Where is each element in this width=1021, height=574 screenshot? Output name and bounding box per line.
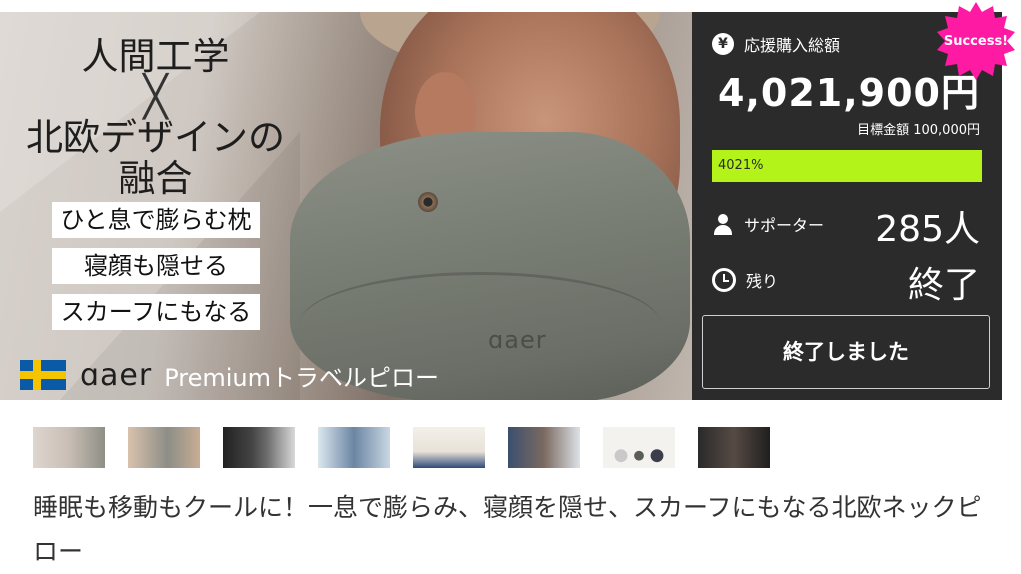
success-badge: Success!	[935, 0, 1017, 82]
success-badge-label: Success!	[943, 33, 1009, 49]
yen-icon: ¥	[712, 33, 734, 55]
thumbnail-4[interactable]	[318, 427, 390, 468]
progress-percent: 4021%	[718, 158, 764, 173]
clock-icon	[712, 268, 736, 292]
thumbnail-7[interactable]	[603, 427, 675, 468]
hero-heading-line: 北欧デザインの	[26, 116, 285, 159]
hero-heading-line: 融合	[118, 157, 193, 200]
pillow-logo: ɑaer	[488, 326, 547, 354]
pillow-valve	[418, 192, 438, 212]
feature-tag: ひと息で膨らむ枕	[52, 202, 260, 238]
feature-tag: スカーフにもなる	[52, 294, 260, 330]
progress-bar: 4021%	[712, 150, 982, 182]
amount-label: 応援購入総額	[744, 36, 841, 55]
thumbnail-1[interactable]	[33, 427, 105, 468]
thumbnail-6[interactable]	[508, 427, 580, 468]
thumbnail-2[interactable]	[128, 427, 200, 468]
hero-heading: 人間工学 ╳ 北欧デザインの 融合	[18, 36, 293, 199]
hero-image: ɑaer 人間工学 ╳ 北欧デザインの 融合 ひと息で膨らむ枕 寝顔も隠せる ス…	[0, 12, 692, 400]
project-ended-button[interactable]: 終了しました	[702, 315, 990, 389]
goal-amount: 目標金額 100,000円	[857, 123, 980, 138]
thumbnail-3[interactable]	[223, 427, 295, 468]
amount-label-row: ¥ 応援購入総額	[712, 32, 840, 56]
remaining-label: 残り	[746, 272, 779, 291]
user-icon	[712, 213, 734, 235]
brand-row: ɑaer Premiumトラベルピロー	[20, 357, 440, 393]
hero-heading-line: 人間工学	[81, 35, 230, 78]
hero-heading-cross: ╳	[143, 74, 168, 120]
supporters-label: サポーター	[744, 216, 825, 235]
brand-subtitle: Premiumトラベルピロー	[164, 363, 440, 392]
thumbnail-5[interactable]	[413, 427, 485, 468]
thumbnail-8[interactable]	[698, 427, 770, 468]
sweden-flag-icon	[20, 360, 66, 390]
brand-logo: ɑaer	[80, 357, 153, 393]
supporters-count: 285人	[875, 209, 980, 250]
feature-tag: 寝顔も隠せる	[52, 248, 260, 284]
thumbnail-strip	[33, 427, 793, 468]
remaining-label-row: 残り	[712, 268, 778, 292]
remaining-value: 終了	[907, 265, 980, 306]
project-title: 睡眠も移動もクールに！一息で膨らみ、寝顔を隠せ、スカーフにもなる北欧ネックピロー	[33, 493, 982, 566]
supporters-label-row: サポーター	[712, 212, 824, 236]
